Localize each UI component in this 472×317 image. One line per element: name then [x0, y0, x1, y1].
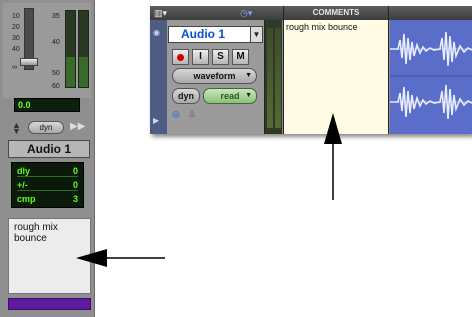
- callout-arrow-left: [76, 249, 165, 267]
- callout-arrow-up: [324, 113, 342, 200]
- callout-arrows: [76, 113, 342, 267]
- screenshot-root: 10 20 30 40 ∞ 35 40 50 60 0.0 ▲ ▼ dyn ▶▶ …: [0, 0, 472, 317]
